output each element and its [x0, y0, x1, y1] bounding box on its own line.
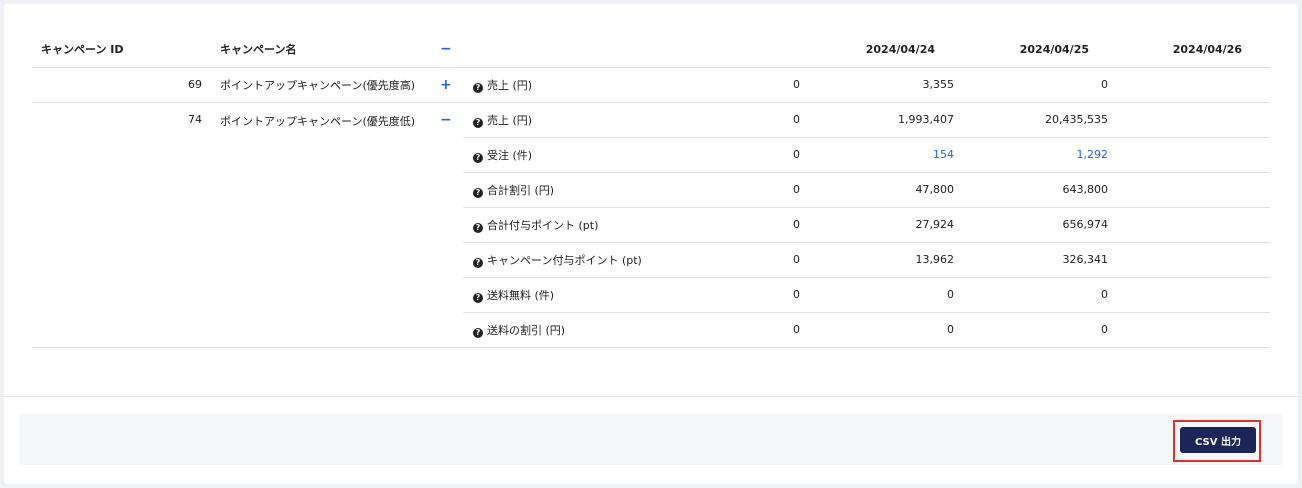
- campaign-id-cell: 74: [32, 102, 211, 348]
- spacer-cell: [1117, 207, 1270, 243]
- metric-label: 合計付与ポイント (pt): [487, 218, 599, 232]
- value-cell: 0: [963, 312, 1117, 348]
- help-icon[interactable]: ?: [473, 187, 483, 198]
- value-cell: 0: [659, 172, 809, 208]
- campaign-report-table: キャンペーン ID キャンペーン名 − 2024/04/24 2024/04/2…: [32, 32, 1270, 348]
- spacer-cell: [1117, 172, 1270, 208]
- help-icon[interactable]: ?: [473, 292, 483, 303]
- help-icon[interactable]: ?: [473, 222, 483, 233]
- metric-cell: ? 合計付与ポイント (pt): [463, 207, 659, 243]
- spacer-cell: [1117, 277, 1270, 313]
- campaign-name-cell: ポイントアップキャンペーン(優先度高): [211, 67, 431, 103]
- order-count-link[interactable]: 154: [809, 137, 963, 173]
- value-cell: 3,355: [809, 67, 963, 103]
- campaign-name-cell: ポイントアップキャンペーン(優先度低): [211, 102, 431, 348]
- metric-label: キャンペーン付与ポイント (pt): [487, 253, 642, 267]
- campaign-id-cell: 69: [32, 67, 211, 103]
- metric-cell: ? キャンペーン付与ポイント (pt): [463, 242, 659, 278]
- value-cell: 27,924: [809, 207, 963, 243]
- value-cell: 0: [809, 312, 963, 348]
- spacer-cell: [1117, 137, 1270, 173]
- metric-label: 売上 (円): [487, 78, 533, 92]
- header-date-3: 2024/04/26: [1117, 32, 1270, 68]
- header-campaign-id: キャンペーン ID: [32, 32, 211, 68]
- table-row: 69 ポイントアップキャンペーン(優先度高) + ? 売上 (円) 0 3,355…: [32, 67, 1270, 103]
- csv-export-button[interactable]: CSV 出力: [1180, 427, 1256, 453]
- value-cell: 0: [809, 277, 963, 313]
- value-cell: 0: [659, 242, 809, 278]
- collapse-toggle[interactable]: −: [440, 113, 452, 127]
- value-cell: 0: [659, 67, 809, 103]
- footer-bar: CSV 出力: [19, 414, 1283, 465]
- value-cell: 0: [659, 312, 809, 348]
- value-cell: 0: [659, 207, 809, 243]
- spacer-cell: [1117, 102, 1270, 138]
- header-date-2: 2024/04/25: [963, 32, 1117, 68]
- value-cell: 0: [659, 277, 809, 313]
- header-spacer: [659, 32, 809, 68]
- value-cell: 656,974: [963, 207, 1117, 243]
- metric-label: 受注 (件): [487, 148, 533, 162]
- metric-cell: ? 合計割引 (円): [463, 172, 659, 208]
- header-metric: [463, 32, 659, 68]
- metric-label: 売上 (円): [487, 113, 533, 127]
- order-count-link[interactable]: 1,292: [963, 137, 1117, 173]
- collapse-all-toggle[interactable]: −: [440, 42, 452, 56]
- csv-highlight-frame: CSV 出力: [1173, 420, 1261, 462]
- value-cell: 0: [963, 277, 1117, 313]
- value-cell: 20,435,535: [963, 102, 1117, 138]
- value-cell: 1,993,407: [809, 102, 963, 138]
- footer-divider: [4, 396, 1298, 397]
- metric-cell: ? 受注 (件): [463, 137, 659, 173]
- metric-label: 合計割引 (円): [487, 183, 555, 197]
- value-cell: 47,800: [809, 172, 963, 208]
- help-icon[interactable]: ?: [473, 152, 483, 163]
- metric-label: 送料の割引 (円): [487, 323, 566, 337]
- value-cell: 13,962: [809, 242, 963, 278]
- value-cell: 0: [659, 102, 809, 138]
- header-campaign-name: キャンペーン名: [211, 32, 431, 68]
- help-icon[interactable]: ?: [473, 327, 483, 338]
- report-card: キャンペーン ID キャンペーン名 − 2024/04/24 2024/04/2…: [4, 4, 1298, 484]
- value-cell: 326,341: [963, 242, 1117, 278]
- header-date-1: 2024/04/24: [809, 32, 963, 68]
- value-cell: 643,800: [963, 172, 1117, 208]
- metric-cell: ? 送料無料 (件): [463, 277, 659, 313]
- help-icon[interactable]: ?: [473, 117, 483, 128]
- help-icon[interactable]: ?: [473, 257, 483, 268]
- spacer-cell: [1117, 312, 1270, 348]
- table-row: 74 ポイントアップキャンペーン(優先度低) − ? 売上 (円) 0 1,993…: [32, 102, 1270, 348]
- metric-cell: ? 売上 (円): [463, 102, 659, 138]
- header-row: キャンペーン ID キャンペーン名 − 2024/04/24 2024/04/2…: [32, 32, 1270, 68]
- metric-cell: ? 送料の割引 (円): [463, 312, 659, 348]
- spacer-cell: [1117, 242, 1270, 278]
- help-icon[interactable]: ?: [473, 82, 483, 93]
- value-cell: 0: [963, 67, 1117, 103]
- value-cell: 0: [659, 137, 809, 173]
- spacer-cell: [1117, 67, 1270, 103]
- metric-label: 送料無料 (件): [487, 288, 555, 302]
- metric-cell: ? 売上 (円): [463, 67, 659, 103]
- expand-toggle[interactable]: +: [440, 78, 452, 92]
